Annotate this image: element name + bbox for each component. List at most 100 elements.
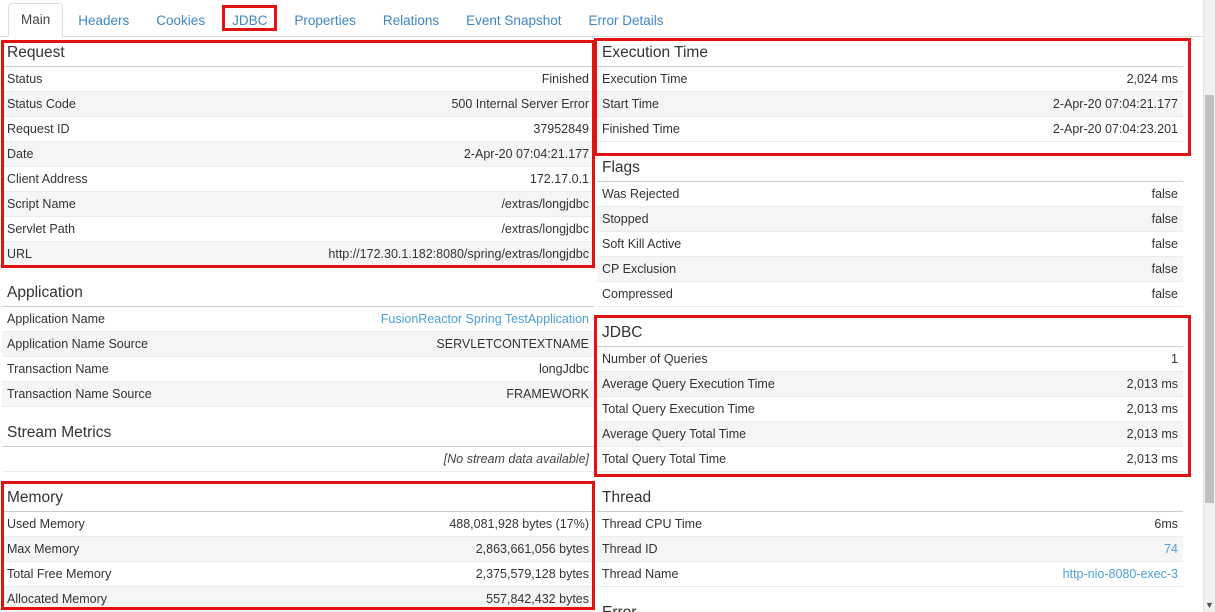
row-value: 2,013 ms (1127, 402, 1178, 416)
row-label: Stopped (602, 212, 649, 226)
memory-row-total-free-memory: Total Free Memory2,375,579,128 bytes (2, 562, 594, 587)
thread-row-thread-id: Thread ID 74 (597, 537, 1183, 562)
section-title-application: Application (2, 283, 594, 307)
execution-time-row-execution-time: Execution Time2,024 ms (597, 67, 1183, 92)
tab-event-snapshot[interactable]: Event Snapshot (454, 5, 573, 37)
row-value: [No stream data available] (444, 452, 589, 466)
row-value: Finished (542, 72, 589, 86)
section-title-jdbc: JDBC (597, 323, 1183, 347)
row-value: 37952849 (533, 122, 589, 136)
memory-row-used-memory: Used Memory488,081,928 bytes (17%) (2, 512, 594, 537)
row-value: 172.17.0.1 (530, 172, 589, 186)
execution-time-row-finished-time: Finished Time 2-Apr-20 07:04:23.201 (597, 117, 1183, 142)
memory-row-max-memory: Max Memory2,863,661,056 bytes (2, 537, 594, 562)
jdbc-row-average-query-total-time: Average Query Total Time2,013 ms (597, 422, 1183, 447)
row-label: Finished Time (602, 122, 680, 136)
section-error: Error (597, 603, 1183, 612)
row-label: Thread ID (602, 542, 658, 556)
tab-relations[interactable]: Relations (371, 5, 451, 37)
row-label: Average Query Execution Time (602, 377, 775, 391)
execution-time-row-start-time: Start Time 2-Apr-20 07:04:21.177 (597, 92, 1183, 117)
section-stream-metrics: Stream Metrics [No stream data available] (2, 423, 594, 472)
section-title-stream-metrics: Stream Metrics (2, 423, 594, 447)
row-label: Request ID (7, 122, 70, 136)
row-label: Thread CPU Time (602, 517, 702, 531)
flags-row-compressed: Compressed false (597, 282, 1183, 307)
row-value-link[interactable]: FusionReactor Spring TestApplication (381, 312, 589, 326)
request-row-client-address: Client Address172.17.0.1 (2, 167, 594, 192)
thread-row-thread-cpu-time: Thread CPU Time 6ms (597, 512, 1183, 537)
row-label: Execution Time (602, 72, 687, 86)
row-label: Total Query Total Time (602, 452, 726, 466)
request-row-request-id: Request ID 37952849 (2, 117, 594, 142)
row-value: 1 (1171, 352, 1178, 366)
thread-row-thread-name: Thread Namehttp-nio-8080-exec-3 (597, 562, 1183, 587)
row-label: Date (7, 147, 33, 161)
row-value: false (1152, 187, 1178, 201)
row-label: Transaction Name Source (7, 387, 152, 401)
row-label: Total Query Execution Time (602, 402, 755, 416)
jdbc-row-total-query-execution-time: Total Query Execution Time 2,013 ms (597, 397, 1183, 422)
section-execution-time: Execution TimeExecution Time2,024 msStar… (597, 43, 1183, 142)
row-value-link[interactable]: 74 (1164, 542, 1178, 556)
row-value: /extras/longjdbc (501, 197, 589, 211)
row-label: Compressed (602, 287, 673, 301)
request-row-date: Date 2-Apr-20 07:04:21.177 (2, 142, 594, 167)
section-title-error: Error (597, 603, 1183, 612)
row-label: CP Exclusion (602, 262, 676, 276)
row-label: Status (7, 72, 42, 86)
row-label: Start Time (602, 97, 659, 111)
row-label: Status Code (7, 97, 76, 111)
tab-cookies[interactable]: Cookies (144, 5, 217, 37)
row-label: Application Name Source (7, 337, 148, 351)
application-row-application-name: Application NameFusionReactor Spring Tes… (2, 307, 594, 332)
section-title-flags: Flags (597, 158, 1183, 182)
row-label: Transaction Name (7, 362, 109, 376)
section-title-thread: Thread (597, 488, 1183, 512)
row-label: Max Memory (7, 542, 79, 556)
row-label: Average Query Total Time (602, 427, 746, 441)
row-value: false (1152, 287, 1178, 301)
section-jdbc: JDBCNumber of Queries1 Average Query Exec… (597, 323, 1183, 472)
tab-error-details[interactable]: Error Details (576, 5, 675, 37)
row-value: 500 Internal Server Error (451, 97, 589, 111)
row-label: Servlet Path (7, 222, 75, 236)
request-row-script-name: Script Name/extras/longjdbc (2, 192, 594, 217)
section-title-execution-time: Execution Time (597, 43, 1183, 67)
tab-properties[interactable]: Properties (282, 5, 368, 37)
scrollbar-thumb[interactable] (1205, 95, 1214, 503)
row-value: longJdbc (539, 362, 589, 376)
request-row-status: Status Finished (2, 67, 594, 92)
section-title-memory: Memory (2, 488, 594, 512)
row-value: 557,842,432 bytes (486, 592, 589, 606)
application-row-application-name-source: Application Name SourceSERVLETCONTEXTNAM… (2, 332, 594, 357)
row-value: 488,081,928 bytes (17%) (449, 517, 589, 531)
stream-metrics-row-0: [No stream data available] (2, 447, 594, 472)
request-row-servlet-path: Servlet Path/extras/longjdbc (2, 217, 594, 242)
application-row-transaction-name: Transaction Name longJdbc (2, 357, 594, 382)
scroll-down-arrow-icon[interactable]: ▼ (1204, 598, 1215, 612)
tab-main[interactable]: Main (8, 3, 63, 37)
row-value: FRAMEWORK (506, 387, 589, 401)
jdbc-row-total-query-total-time: Total Query Total Time2,013 ms (597, 447, 1183, 472)
row-value: false (1152, 262, 1178, 276)
tab-headers[interactable]: Headers (66, 5, 141, 37)
row-value: /extras/longjdbc (501, 222, 589, 236)
row-label: Allocated Memory (7, 592, 107, 606)
row-value: 2-Apr-20 07:04:21.177 (464, 147, 589, 161)
row-value: 2-Apr-20 07:04:21.177 (1053, 97, 1178, 111)
flags-row-cp-exclusion: CP Exclusion false (597, 257, 1183, 282)
vertical-scrollbar[interactable]: ▼ (1203, 0, 1215, 612)
tab-jdbc[interactable]: JDBC (220, 5, 279, 37)
row-label: Script Name (7, 197, 76, 211)
row-value-link[interactable]: http-nio-8080-exec-3 (1063, 567, 1178, 581)
row-label: URL (7, 247, 32, 261)
row-value: 2,013 ms (1127, 377, 1178, 391)
section-memory: MemoryUsed Memory488,081,928 bytes (17%)… (2, 488, 594, 612)
row-value: false (1152, 212, 1178, 226)
row-value: 2-Apr-20 07:04:23.201 (1053, 122, 1178, 136)
section-request: RequestStatusFinishedStatus Code500 Inte… (2, 43, 594, 267)
main-content: RequestStatusFinishedStatus Code500 Inte… (0, 37, 1215, 612)
jdbc-row-number-of-queries: Number of Queries1 (597, 347, 1183, 372)
row-value: 6ms (1154, 517, 1178, 531)
